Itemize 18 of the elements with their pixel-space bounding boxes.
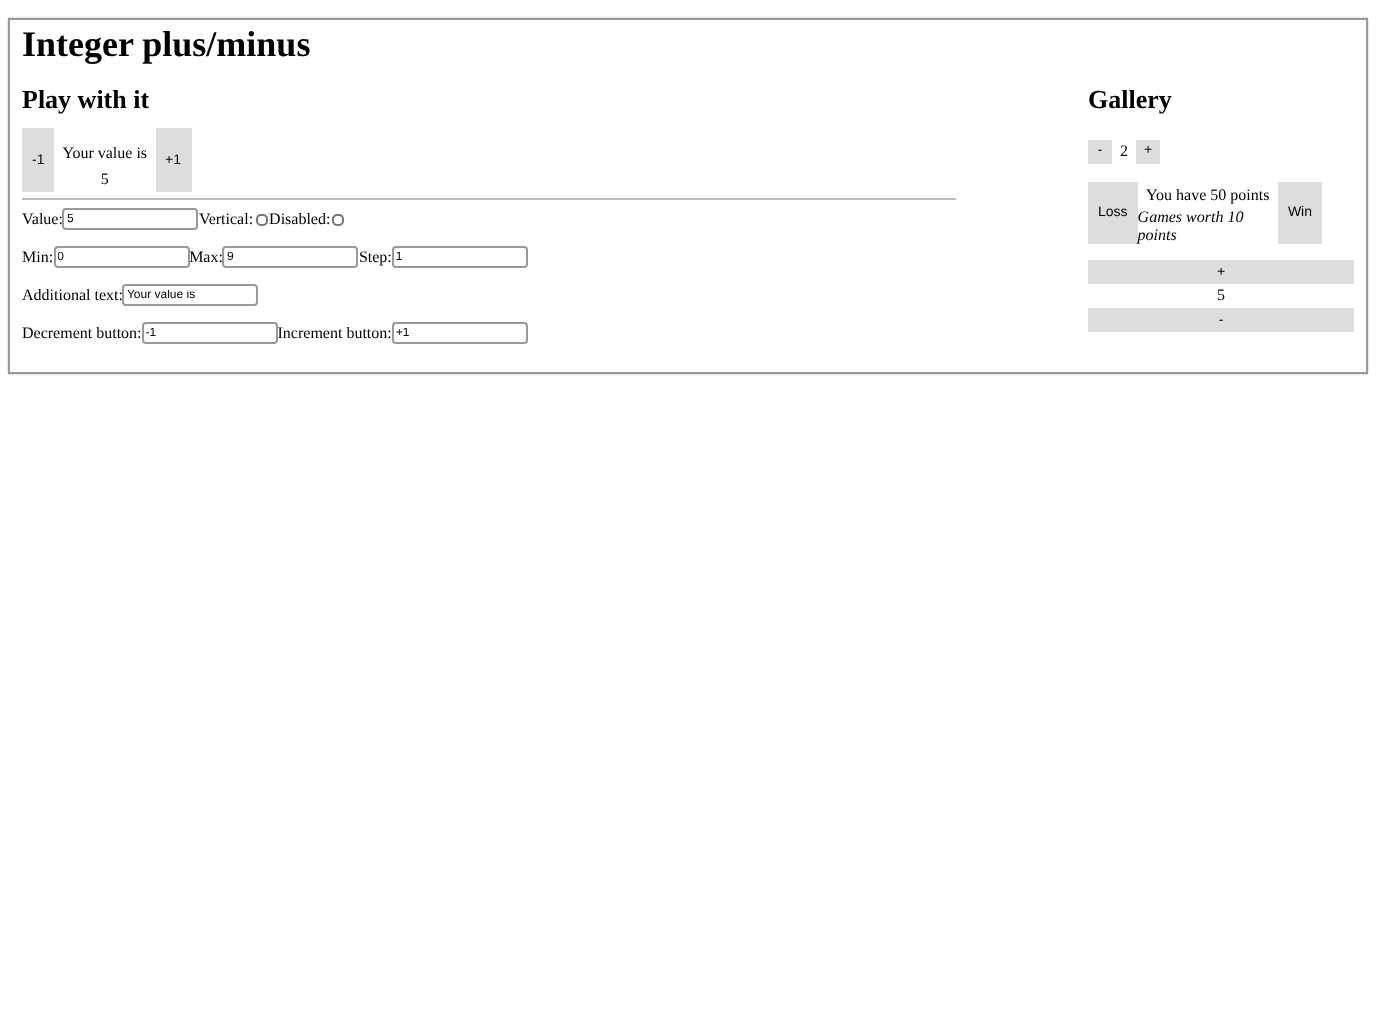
field-label: Min: (22, 248, 54, 266)
value-text: 5 (100, 168, 109, 190)
field-label: Decrement button: (22, 324, 142, 342)
field-label: Increment button: (277, 324, 392, 342)
field-label: Vertical: (198, 210, 254, 228)
field-label: Additional text: (22, 286, 123, 304)
points-text: You have 50 points (1146, 183, 1270, 205)
checkbox[interactable] (255, 213, 268, 225)
field-label: Disabled: (269, 210, 331, 228)
checkbox[interactable] (332, 213, 345, 225)
field-label: Step: (358, 248, 392, 266)
note-text: Games worth 10 points (1137, 207, 1246, 243)
page-title: Integer plus/minus (22, 24, 313, 66)
field-label: Max: (189, 248, 223, 266)
value-label: Your value is (62, 142, 148, 164)
field-label: Value: (22, 210, 63, 228)
section-heading: Gallery (1088, 84, 1174, 116)
section-heading: Play with it (22, 84, 152, 116)
